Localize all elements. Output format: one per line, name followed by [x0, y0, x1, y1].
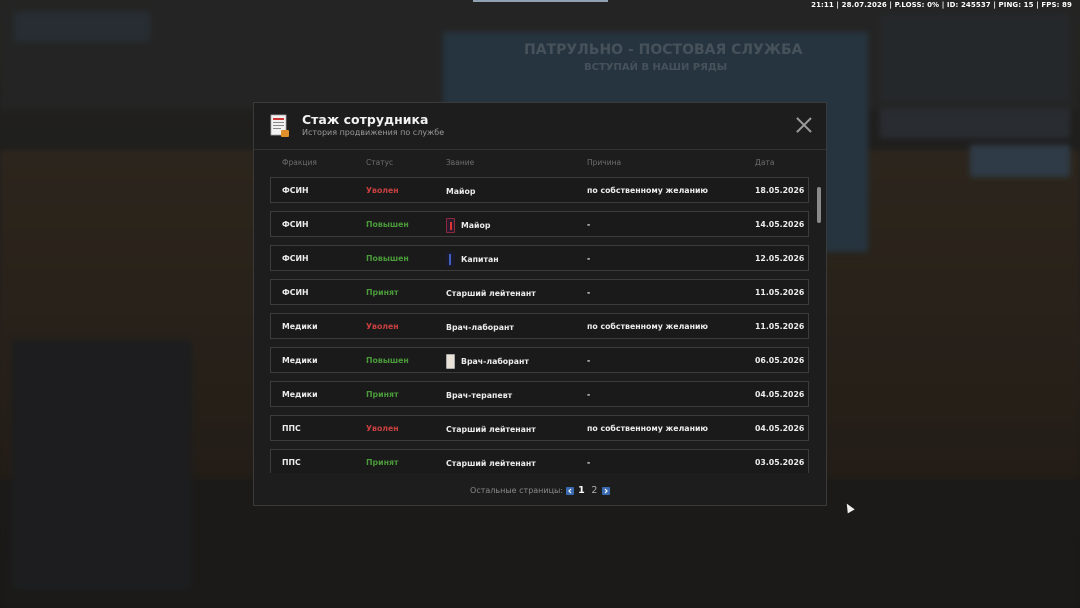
cell-faction: ППС [282, 458, 301, 467]
cell-date: 03.05.2026 [755, 458, 805, 467]
cell-date: 14.05.2026 [755, 220, 805, 229]
cell-date: 12.05.2026 [755, 254, 805, 263]
cell-status: Принят [366, 458, 399, 467]
cell-date: 04.05.2026 [755, 390, 805, 399]
top-progress-bar [473, 0, 608, 2]
cell-date: 06.05.2026 [755, 356, 805, 365]
column-faction: Фракция [282, 158, 317, 167]
column-date: Дата [755, 158, 775, 167]
dialog-header: Стаж сотрудника История продвижения по с… [254, 103, 826, 150]
page-2-button[interactable]: 2 [591, 485, 597, 496]
rank-label: Капитан [461, 254, 499, 264]
table-row[interactable]: ФСИН Уволен Майор по собственному желани… [270, 177, 809, 203]
cell-rank: Старший лейтенант [446, 454, 536, 472]
cell-status: Повышен [366, 356, 409, 365]
column-rank: Звание [446, 158, 475, 167]
cell-status: Принят [366, 390, 399, 399]
cell-status: Принят [366, 288, 399, 297]
chevron-right-icon [604, 488, 608, 493]
table-row[interactable]: ППС Уволен Старший лейтенант по собствен… [270, 415, 809, 441]
cell-reason: по собственному желанию [587, 424, 708, 433]
rank-label: Старший лейтенант [446, 288, 536, 298]
cell-date: 11.05.2026 [755, 288, 805, 297]
rank-label: Майор [461, 220, 491, 230]
cell-status: Уволен [366, 186, 399, 195]
cell-faction: ФСИН [282, 186, 309, 195]
cell-reason: - [587, 356, 591, 365]
cell-reason: по собственному желанию [587, 322, 708, 331]
table-row[interactable]: Медики Принят Врач-терапевт - 04.05.2026 [270, 381, 809, 407]
dialog-title: Стаж сотрудника [302, 112, 429, 127]
chevron-left-icon [567, 488, 572, 493]
cell-faction: ФСИН [282, 288, 309, 297]
cell-faction: Медики [282, 390, 318, 399]
cell-rank: Врач-лаборант [446, 352, 529, 370]
cell-rank: Старший лейтенант [446, 284, 536, 302]
captain-icon [446, 251, 455, 267]
cell-reason: - [587, 458, 591, 467]
rank-label: Врач-лаборант [446, 322, 514, 332]
cell-status: Повышен [366, 220, 409, 229]
cell-faction: ФСИН [282, 254, 309, 263]
close-icon[interactable] [796, 117, 812, 133]
cell-date: 18.05.2026 [755, 186, 805, 195]
cell-reason: - [587, 288, 591, 297]
table-row[interactable]: ФСИН Повышен Майор - 14.05.2026 [270, 211, 809, 237]
rank-label: Старший лейтенант [446, 424, 536, 434]
cell-rank: Майор [446, 182, 475, 200]
prev-page-button[interactable] [565, 486, 574, 495]
column-reason: Причина [587, 158, 622, 167]
cell-date: 04.05.2026 [755, 424, 805, 433]
cell-faction: Медики [282, 322, 318, 331]
cell-faction: ФСИН [282, 220, 309, 229]
cell-reason: - [587, 254, 591, 263]
table-row[interactable]: ППС Принят Старший лейтенант - 03.05.202… [270, 449, 809, 473]
major-icon [446, 217, 455, 233]
rank-label: Майор [446, 186, 476, 196]
cell-date: 11.05.2026 [755, 322, 805, 331]
cell-reason: - [587, 220, 591, 229]
column-status: Статус [366, 158, 394, 167]
cell-rank: Капитан [446, 250, 499, 268]
cell-rank: Врач-терапевт [446, 386, 512, 404]
page-1-button[interactable]: 1 [578, 485, 585, 496]
cell-status: Повышен [366, 254, 409, 263]
cell-reason: - [587, 390, 591, 399]
service-history-list[interactable]: ФСИН Уволен Майор по собственному желани… [270, 177, 811, 473]
hud-stats: 21:11 | 28.07.2026 | P.LOSS: 0% | ID: 24… [811, 1, 1072, 9]
service-record-dialog: Стаж сотрудника История продвижения по с… [253, 102, 827, 506]
next-page-button[interactable] [601, 486, 610, 495]
cell-rank: Майор [446, 216, 490, 234]
cell-rank: Врач-лаборант [446, 318, 514, 336]
cell-status: Уволен [366, 424, 399, 433]
cell-reason: по собственному желанию [587, 186, 708, 195]
table-row[interactable]: Медики Повышен Врач-лаборант - 06.05.202… [270, 347, 809, 373]
pagination-label: Остальные страницы: [470, 486, 564, 495]
cell-status: Уволен [366, 322, 399, 331]
document-icon [270, 114, 289, 137]
table-header: Фракция Статус Звание Причина Дата [254, 158, 826, 170]
cell-faction: Медики [282, 356, 318, 365]
doctor-icon [446, 353, 455, 369]
pagination: Остальные страницы: 1 2 [254, 485, 826, 496]
rank-label: Старший лейтенант [446, 458, 536, 468]
table-row[interactable]: ФСИН Повышен Капитан - 12.05.2026 [270, 245, 809, 271]
cell-rank: Старший лейтенант [446, 420, 536, 438]
table-row[interactable]: Медики Уволен Врач-лаборант по собственн… [270, 313, 809, 339]
rank-label: Врач-терапевт [446, 390, 513, 400]
list-scrollbar[interactable] [817, 187, 821, 223]
rank-label: Врач-лаборант [461, 356, 529, 366]
dialog-subtitle: История продвижения по службе [302, 128, 445, 137]
table-row[interactable]: ФСИН Принят Старший лейтенант - 11.05.20… [270, 279, 809, 305]
cell-faction: ППС [282, 424, 301, 433]
